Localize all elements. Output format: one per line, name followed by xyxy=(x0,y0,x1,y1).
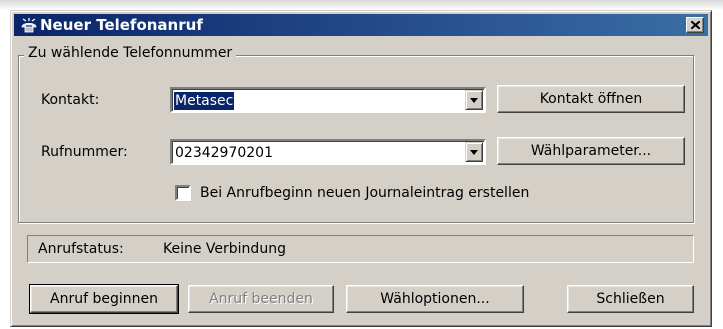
contact-combobox[interactable]: Metasec xyxy=(170,87,486,113)
contact-value: Metasec xyxy=(174,92,235,110)
close-window-button[interactable] xyxy=(686,17,704,33)
number-combobox[interactable]: 02342970201 xyxy=(170,139,486,165)
chevron-down-icon xyxy=(470,98,478,103)
call-status-value: Keine Verbindung xyxy=(163,241,286,257)
chevron-down-icon xyxy=(470,150,478,155)
call-status-bar: Anrufstatus: Keine Verbindung xyxy=(27,235,694,263)
call-status-label: Anrufstatus: xyxy=(38,241,124,257)
group-legend: Zu wählende Telefonnummer xyxy=(24,44,237,62)
number-value: 02342970201 xyxy=(175,145,273,161)
journal-checkbox[interactable] xyxy=(175,185,191,201)
dial-parameters-button[interactable]: Wählparameter... xyxy=(497,137,685,165)
close-button[interactable]: Schließen xyxy=(567,285,694,313)
dial-options-button[interactable]: Wähloptionen... xyxy=(346,285,524,313)
journal-checkbox-label[interactable]: Bei Anrufbeginn neuen Journaleintrag ers… xyxy=(200,184,529,202)
end-call-button[interactable]: Anruf beenden xyxy=(188,285,334,313)
start-call-button[interactable]: Anruf beginnen xyxy=(29,284,179,314)
window-title: Neuer Telefonanruf xyxy=(40,16,203,34)
background-shadow xyxy=(0,0,723,10)
number-label: Rufnummer: xyxy=(41,144,128,160)
telephone-icon xyxy=(20,16,38,34)
open-contact-button[interactable]: Kontakt öffnen xyxy=(497,85,685,113)
number-dropdown-button[interactable] xyxy=(465,142,483,162)
contact-dropdown-button[interactable] xyxy=(465,90,483,110)
title-bar[interactable]: Neuer Telefonanruf xyxy=(14,14,708,36)
contact-label: Kontakt: xyxy=(41,92,100,108)
